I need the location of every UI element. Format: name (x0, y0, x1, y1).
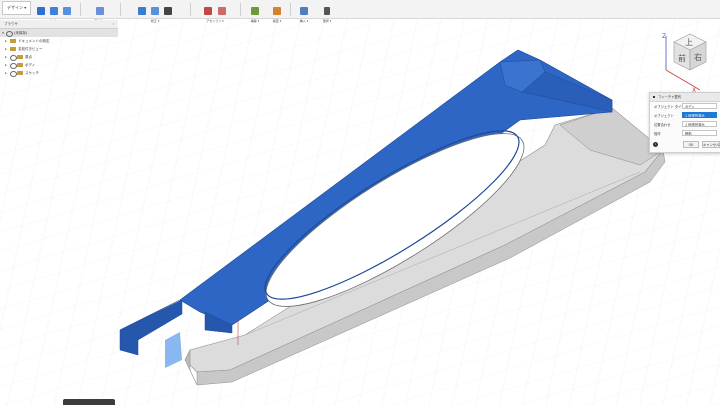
folder-icon (17, 71, 23, 75)
browser-item-label: 原点 (25, 55, 32, 59)
cancel-button[interactable]: キャンセル (702, 141, 720, 148)
select-cursor-icon (324, 7, 330, 15)
operation-select[interactable]: 移動 (682, 130, 717, 136)
collapse-arrow-icon[interactable]: ▾ (1, 29, 5, 37)
toolbar-divider (290, 3, 291, 16)
feature-dialog: フィーチャ整列 オブジェクト タイプ ボディ オブジェクト 1 個選択済み 位置… (649, 92, 720, 153)
info-icon[interactable]: i (653, 142, 658, 147)
visibility-eye-icon[interactable] (10, 71, 17, 77)
dialog-row-objects: オブジェクト 1 個選択済み (654, 111, 720, 120)
dialog-header[interactable]: フィーチャ整列 (650, 93, 720, 102)
object-type-select[interactable]: ボディ (682, 103, 717, 109)
browser-item-sketches[interactable]: ▸ スケッチ (0, 69, 118, 77)
viewcube[interactable]: 上 前 右 Z X (656, 30, 712, 94)
toolbar-group-insert[interactable]: 挿入 ▾ (293, 0, 315, 23)
toolbar-group-create[interactable]: 作成 ▾ (32, 0, 76, 23)
browser-item-label: ドキュメントの設定 (18, 39, 50, 43)
toolbar-divider (240, 3, 241, 16)
move-icon (164, 7, 173, 15)
dialog-title: フィーチャ整列 (658, 95, 681, 99)
settings-icon (10, 39, 16, 43)
press-pull-icon (137, 7, 146, 15)
browser-title: ブラウザ (4, 22, 18, 26)
joint-icon (217, 7, 226, 15)
folder-icon (10, 47, 16, 51)
expand-arrow-icon[interactable]: ▸ (4, 61, 8, 69)
fillet-icon (151, 7, 159, 15)
browser-item-origin[interactable]: ▸ 原点 (0, 53, 118, 61)
viewcube-top-label[interactable]: 上 (685, 38, 693, 47)
measure-icon (273, 7, 281, 15)
plane-icon (251, 7, 259, 15)
dialog-row-align: 位置合わせ 1 個選択済み (654, 120, 720, 129)
toolbar-group-assemble[interactable]: アセンブリ ▾ (195, 0, 235, 23)
align-selection[interactable]: 1 個選択済み (682, 121, 717, 127)
toolbar-group-inspect[interactable]: 検査 ▾ (266, 0, 288, 23)
new-component-icon (204, 7, 213, 15)
folder-icon (17, 55, 23, 59)
expand-arrow-icon[interactable]: ▸ (4, 53, 8, 61)
browser-item-label: スケッチ (25, 71, 39, 75)
browser-item-bodies[interactable]: ▸ ボディ (0, 61, 118, 69)
browser-item-root[interactable]: ▾ (未保存) (0, 29, 118, 37)
browser-item-named-views[interactable]: ▸ 名前付きビュー (0, 45, 118, 53)
expand-arrow-icon[interactable]: ▸ (4, 37, 8, 45)
toolbar-group-construct[interactable]: 構築 ▾ (244, 0, 266, 23)
browser-item-document-settings[interactable]: ▸ ドキュメントの設定 (0, 37, 118, 45)
dialog-row-label: オブジェクト タイプ (654, 105, 685, 109)
toolbar-group-label: 検査 ▾ (272, 19, 282, 23)
axis-z-label: Z (662, 33, 666, 40)
expand-arrow-icon[interactable]: ▸ (4, 69, 8, 77)
dialog-menu-icon (653, 96, 655, 98)
browser-item-label: ボディ (25, 63, 36, 67)
dialog-row-label: 操作 (654, 132, 661, 136)
viewcube-front-label[interactable]: 前 (678, 53, 686, 63)
viewcube-svg[interactable]: 上 前 右 Z X (656, 30, 712, 94)
workspace-dropdown[interactable]: デザイン ▾ (2, 1, 32, 15)
toolbar-divider (120, 3, 121, 16)
toolbar-group-modify[interactable]: 修正 ▾ (125, 0, 185, 23)
dialog-row-label: オブジェクト (654, 114, 674, 118)
toolbar-group-automate[interactable]: 自動化 ▾ (85, 0, 115, 23)
browser-header[interactable]: ブラウザ ‹ (0, 20, 118, 29)
insert-icon (300, 7, 308, 15)
ok-button[interactable]: OK (683, 141, 699, 148)
expand-arrow-icon[interactable]: ▸ (4, 45, 8, 53)
dialog-row-label: 位置合わせ (654, 123, 671, 127)
toolbar: デザイン ▾ 作成 ▾ 自動化 ▾ 修正 ▾ アセンブリ ▾ 構築 ▾ 検査 ▾… (0, 0, 720, 23)
viewcube-right-label[interactable]: 右 (694, 52, 702, 62)
toolbar-group-label: 挿入 ▾ (299, 19, 309, 23)
objects-selection[interactable]: 1 個選択済み (682, 112, 717, 118)
navigation-bar[interactable] (63, 399, 115, 405)
dialog-row-object-type: オブジェクト タイプ ボディ (654, 102, 720, 111)
toolbar-group-label: 選択 ▾ (322, 19, 332, 23)
toolbar-group-label: アセンブリ ▾ (206, 19, 224, 23)
dialog-row-operation: 操作 移動 (654, 129, 720, 138)
toolbar-divider (80, 3, 81, 16)
toolbar-divider (190, 3, 191, 16)
toolbar-group-label: 修正 ▾ (150, 19, 160, 23)
automate-icon (96, 7, 104, 15)
browser-item-label: (未保存) (14, 31, 28, 35)
extrude-icon (50, 7, 58, 15)
collapse-icon[interactable]: ‹ (113, 20, 114, 28)
folder-icon (17, 63, 23, 67)
toolbar-group-label: 構築 ▾ (250, 19, 260, 23)
browser-item-label: 名前付きビュー (18, 47, 43, 51)
create-sketch-icon (36, 7, 45, 15)
toolbar-group-select[interactable]: 選択 ▾ (316, 0, 338, 23)
browser-panel: ブラウザ ‹ ▾ (未保存) ▸ ドキュメントの設定 ▸ 名前付きビュー ▸ 原… (0, 20, 118, 80)
revolve-icon (63, 7, 72, 15)
